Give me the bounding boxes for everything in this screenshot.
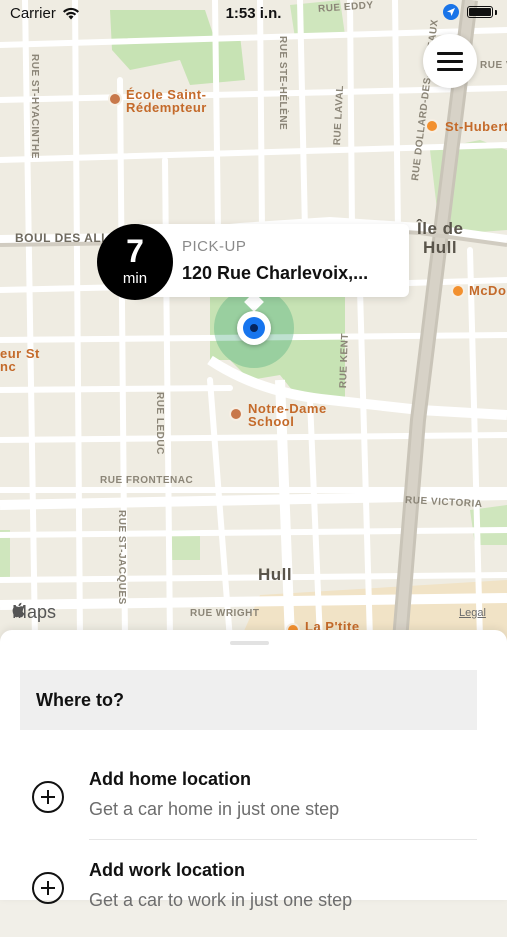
user-location-icon[interactable]	[237, 311, 271, 345]
add-home-location-option[interactable]: Add home location Get a car home in just…	[0, 758, 507, 846]
maps-attribution: Maps	[12, 602, 56, 623]
plus-circle-icon	[32, 781, 64, 813]
eta-value: 7	[126, 233, 144, 269]
poi-label: nc	[0, 359, 17, 374]
pickup-address: 120 Rue Charlevoix,...	[182, 263, 369, 283]
location-arrow-icon	[443, 4, 459, 20]
street-label: RUE ST-HYACINTHE	[29, 54, 40, 159]
street-label: RUE FRONTENAC	[100, 475, 194, 486]
pickup-card[interactable]: PICK-UP 120 Rue Charlevoix,...	[135, 224, 409, 297]
sheet-grabber[interactable]	[230, 641, 269, 645]
district-label: Hull	[258, 565, 293, 584]
option-subtitle: Get a car to work in just one step	[89, 890, 353, 910]
add-work-location-option[interactable]: Add work location Get a car to work in j…	[0, 849, 507, 937]
restaurant-icon[interactable]	[451, 284, 465, 298]
option-title: Add home location	[89, 769, 251, 789]
menu-button[interactable]	[423, 34, 477, 88]
eta-unit: min	[122, 270, 148, 287]
poi-label: Rédempteur	[126, 100, 207, 115]
pickup-caption: PICK-UP	[182, 238, 247, 255]
district-label: Hull	[423, 238, 458, 257]
battery-cap	[495, 9, 497, 15]
bottom-sheet: Where to? Add home location Get a car ho…	[0, 630, 507, 910]
poi-label: McDo	[469, 283, 507, 298]
street-label: BOUL DES ALL	[15, 231, 110, 245]
option-subtitle: Get a car home in just one step	[89, 799, 340, 819]
plus-circle-icon	[32, 872, 64, 904]
restaurant-icon[interactable]	[425, 119, 439, 133]
street-label: RUE WRIGHT	[190, 608, 260, 619]
eta-badge: 7 min	[97, 224, 173, 300]
apple-logo-icon	[12, 602, 25, 618]
street-label: RUE LEDUC	[154, 392, 165, 455]
street-label: RUE KENT	[338, 332, 351, 389]
poi-label: School	[248, 414, 295, 429]
street-label: RUE ST-JACQUES	[116, 510, 127, 605]
status-right	[443, 4, 497, 20]
school-icon[interactable]	[229, 407, 243, 421]
district-label: Île de	[417, 219, 464, 238]
poi-label: St-Hubert	[445, 119, 507, 134]
street-label: RUE STE-HÉLÈNE	[277, 36, 288, 131]
where-to-label: Where to?	[36, 690, 124, 710]
map-view[interactable]: RUE ST-HYACINTHE RUE STE-HÉLÈNE RUE LAVA…	[0, 0, 507, 640]
option-title: Add work location	[89, 860, 246, 880]
street-label: RUE VERDUN	[480, 60, 507, 71]
where-to-input[interactable]: Where to?	[20, 670, 477, 730]
hamburger-icon	[437, 52, 463, 71]
divider	[89, 839, 477, 840]
school-icon[interactable]	[108, 92, 122, 106]
legal-link[interactable]: Legal	[459, 607, 486, 619]
status-bar: Carrier 1:53 i.n.	[0, 0, 507, 28]
status-time: 1:53 i.n.	[225, 5, 282, 22]
battery-icon	[467, 6, 493, 18]
